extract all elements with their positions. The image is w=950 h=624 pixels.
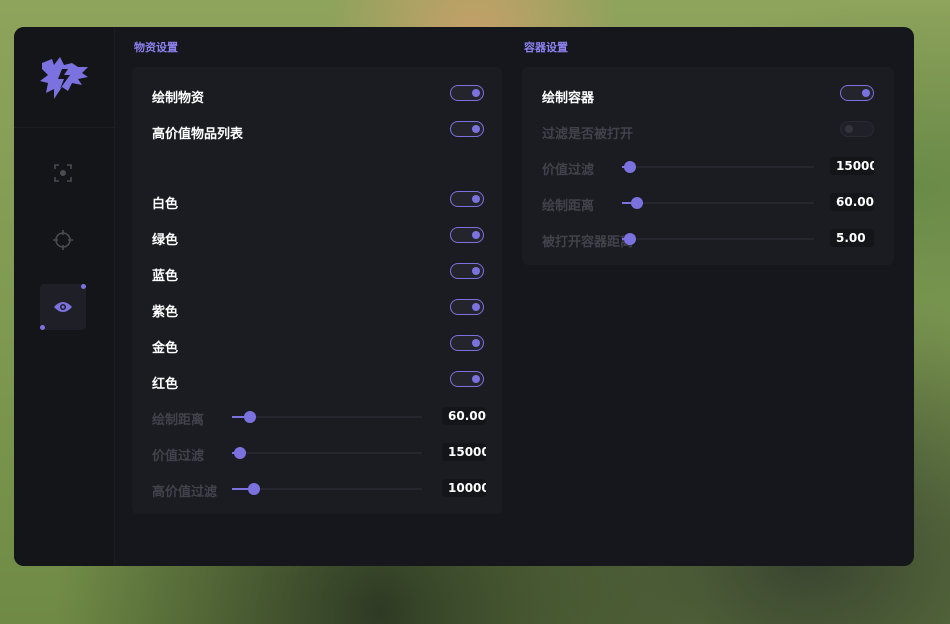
rarity-red-label: 红色 — [152, 377, 179, 392]
container-value-filter-value[interactable]: 15000. — [830, 157, 874, 175]
container-value-filter-slider[interactable] — [622, 166, 814, 168]
screen-capture-icon — [54, 164, 72, 182]
filter-opened-toggle[interactable] — [840, 121, 874, 137]
loot-draw-distance-slider[interactable] — [232, 416, 422, 418]
rarity-purple-toggle[interactable] — [450, 299, 484, 315]
container-draw-distance-knob[interactable] — [631, 197, 644, 209]
opened-container-distance-knob[interactable] — [624, 233, 636, 245]
rarity-white-label: 白色 — [152, 197, 179, 212]
loot-value-filter-label: 价值过滤 — [152, 449, 205, 464]
draw-loot-label: 绘制物资 — [152, 91, 205, 106]
logo-area — [14, 27, 114, 128]
container-panel: 绘制容器 过滤是否被打开 价值过滤 15000. 绘制距离 60.00 被打开容… — [522, 67, 894, 265]
container-value-filter-knob[interactable] — [624, 161, 636, 173]
wolf-logo-icon — [40, 57, 88, 99]
rarity-gold-toggle[interactable] — [450, 335, 484, 351]
sidebar — [14, 27, 115, 566]
rarity-green-label: 绿色 — [152, 233, 179, 248]
rarity-purple-label: 紫色 — [152, 305, 179, 320]
nav-visuals[interactable] — [40, 284, 86, 330]
container-draw-distance-label: 绘制距离 — [542, 199, 595, 214]
loot-high-value-filter-label: 高价值过滤 — [152, 485, 218, 500]
rarity-red-toggle[interactable] — [450, 371, 484, 387]
high-value-list-toggle[interactable] — [450, 121, 484, 137]
container-value-filter-label: 价值过滤 — [542, 163, 595, 178]
active-indicator-dot — [81, 284, 86, 289]
nav-crosshair[interactable] — [40, 217, 86, 263]
high-value-list-label: 高价值物品列表 — [152, 127, 244, 142]
active-indicator-dot — [40, 325, 45, 330]
loot-value-filter-knob[interactable] — [234, 447, 246, 459]
container-draw-distance-slider[interactable] — [622, 202, 814, 204]
loot-section-title: 物资设置 — [134, 41, 178, 54]
filter-opened-label: 过滤是否被打开 — [542, 127, 634, 142]
loot-value-filter-value[interactable]: 15000. — [442, 443, 486, 461]
loot-draw-distance-knob[interactable] — [244, 411, 257, 423]
loot-high-value-filter-knob[interactable] — [247, 483, 260, 495]
loot-draw-distance-label: 绘制距离 — [152, 413, 205, 428]
opened-container-distance-slider[interactable] — [622, 238, 814, 240]
rarity-green-toggle[interactable] — [450, 227, 484, 243]
loot-draw-distance-value[interactable]: 60.00 — [442, 407, 486, 425]
loot-value-filter-slider[interactable] — [232, 452, 422, 454]
draw-container-toggle[interactable] — [840, 85, 874, 101]
loot-panel: 绘制物资 高价值物品列表 白色 绿色 蓝色 紫色 金色 红色 绘制距离 60.0… — [132, 67, 502, 514]
nav-screen-capture[interactable] — [40, 150, 86, 196]
loot-high-value-filter-value[interactable]: 100000 — [442, 479, 486, 497]
crosshair-icon — [53, 230, 73, 250]
loot-high-value-filter-slider[interactable] — [232, 488, 422, 490]
draw-loot-toggle[interactable] — [450, 85, 484, 101]
rarity-gold-label: 金色 — [152, 341, 179, 356]
rarity-blue-label: 蓝色 — [152, 269, 179, 284]
opened-container-distance-label: 被打开容器距离 — [542, 235, 634, 250]
container-section-title: 容器设置 — [524, 41, 568, 54]
rarity-white-toggle[interactable] — [450, 191, 484, 207]
draw-container-label: 绘制容器 — [542, 91, 595, 106]
settings-window: 物资设置 绘制物资 高价值物品列表 白色 绿色 蓝色 紫色 金色 红色 绘制距离… — [14, 27, 914, 566]
container-draw-distance-value[interactable]: 60.00 — [830, 193, 874, 211]
opened-container-distance-value[interactable]: 5.00 — [830, 229, 874, 247]
rarity-blue-toggle[interactable] — [450, 263, 484, 279]
eye-icon — [54, 302, 72, 312]
